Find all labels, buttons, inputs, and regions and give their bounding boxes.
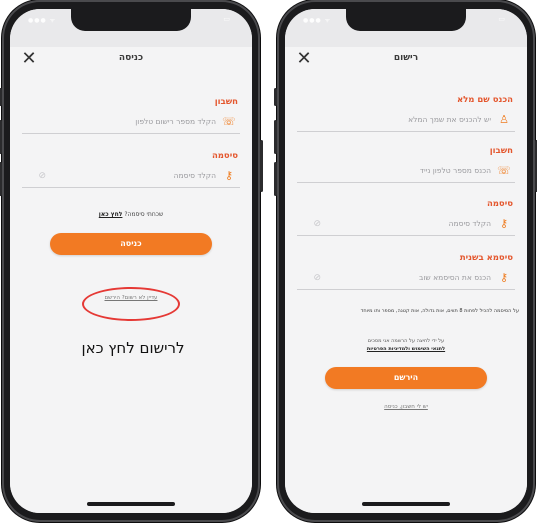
register-nav-bar: ✕ רישום [285,47,527,74]
fullname-placeholder: יש להכניס את שמך המלא [408,115,491,124]
confirm-password-label: סיסמא בשנית [459,253,513,263]
eye-off-icon[interactable]: ⊘ [307,219,321,229]
password-label: סיסמה [211,151,238,161]
eye-off-icon[interactable]: ⊘ [32,171,46,181]
eye-off-icon[interactable]: ⊘ [307,273,321,283]
volume-down-button [0,162,2,196]
page-title: רישום [393,53,419,63]
signal-icon: ●●● ᯤ [303,17,332,24]
volume-up-button [0,120,2,154]
power-button [260,140,263,192]
confirm-password-field[interactable]: ⚷ הכנס את הסיסמא שוב ⊘ [297,269,515,290]
forgot-password-link[interactable]: לחץ כאן [99,211,123,218]
terms-link[interactable]: לתנאי השימוש ולמדיניות הפרטיות [293,346,519,353]
password-field[interactable]: ⚷ הקלד סיסמה ⊘ [297,215,515,236]
phone-field[interactable]: ☏ הקלד מספר רישום טלפון [22,113,240,134]
battery-icon: ▭ [223,15,230,23]
phone-placeholder: הקלד מספר רישום טלפון [135,117,216,126]
password-rules: על הסיסמה להכיל לפחות 8 תווים, אות גדולה… [360,308,519,314]
confirm-password-placeholder: הכנס את הסיסמא שוב [419,273,491,282]
register-form: הכנס שם מלא ♙ יש להכניס את שמך המלא חשבו… [285,73,527,513]
home-indicator [87,502,175,506]
annotation-circle [82,287,180,321]
notch [71,9,191,31]
stage: ●●● ᯤ ▭ ✕ כניסה חשבון ☏ הקלד מספר רישום … [0,0,537,526]
key-icon: ⚷ [499,271,509,284]
signal-icon: ●●● ᯤ [28,17,57,24]
login-link[interactable]: יש לי חשבון, כניסה [293,403,519,411]
fullname-label: הכנס שם מלא [456,95,513,105]
phone-placeholder: הכנס מספר טלפון נייד [419,166,491,175]
register-screen: ●●● ᯤ ▭ ✕ רישום הכנס שם מלא ♙ יש להכניס … [285,9,527,513]
password-field[interactable]: ⚷ הקלד סיסמה ⊘ [22,167,240,188]
key-icon: ⚷ [499,217,509,230]
phone-field[interactable]: ☏ הכנס מספר טלפון נייד [297,162,515,183]
register-button[interactable]: הירשם [325,367,487,389]
volume-down-button [274,162,277,196]
phone-icon: ☏ [497,164,511,177]
key-icon: ⚷ [224,169,234,182]
phone-login: ●●● ᯤ ▭ ✕ כניסה חשבון ☏ הקלד מספר רישום … [0,0,263,522]
phone-register: ●●● ᯤ ▭ ✕ רישום הכנס שם מלא ♙ יש להכניס … [274,0,537,522]
home-indicator [362,502,450,506]
login-screen: ●●● ᯤ ▭ ✕ כניסה חשבון ☏ הקלד מספר רישום … [10,9,252,513]
login-button[interactable]: כניסה [50,233,212,255]
phone-icon: ☏ [222,115,236,128]
forgot-password-row: שכחתי סיסמה? לחץ כאן [18,211,244,219]
terms-text: על ידי לחיצה על הרשמה אני מסכים [367,338,445,344]
login-nav-bar: ✕ כניסה [10,47,252,74]
password-placeholder: הקלד סיסמה [173,171,216,180]
password-label: סיסמה [486,199,513,209]
forgot-password-text: שכחתי סיסמה? [124,211,164,218]
annotation-text: לרישום לחץ כאן [81,339,185,357]
password-placeholder: הקלד סיסמה [448,219,491,228]
account-label: חשבון [214,97,238,107]
mute-switch [274,88,277,106]
notch [346,9,466,31]
volume-up-button [274,120,277,154]
mute-switch [0,88,2,106]
battery-icon: ▭ [498,15,505,23]
page-title: כניסה [118,53,144,63]
fullname-field[interactable]: ♙ יש להכניס את שמך המלא [297,111,515,132]
user-icon: ♙ [499,113,509,126]
account-label: חשבון [489,146,513,156]
